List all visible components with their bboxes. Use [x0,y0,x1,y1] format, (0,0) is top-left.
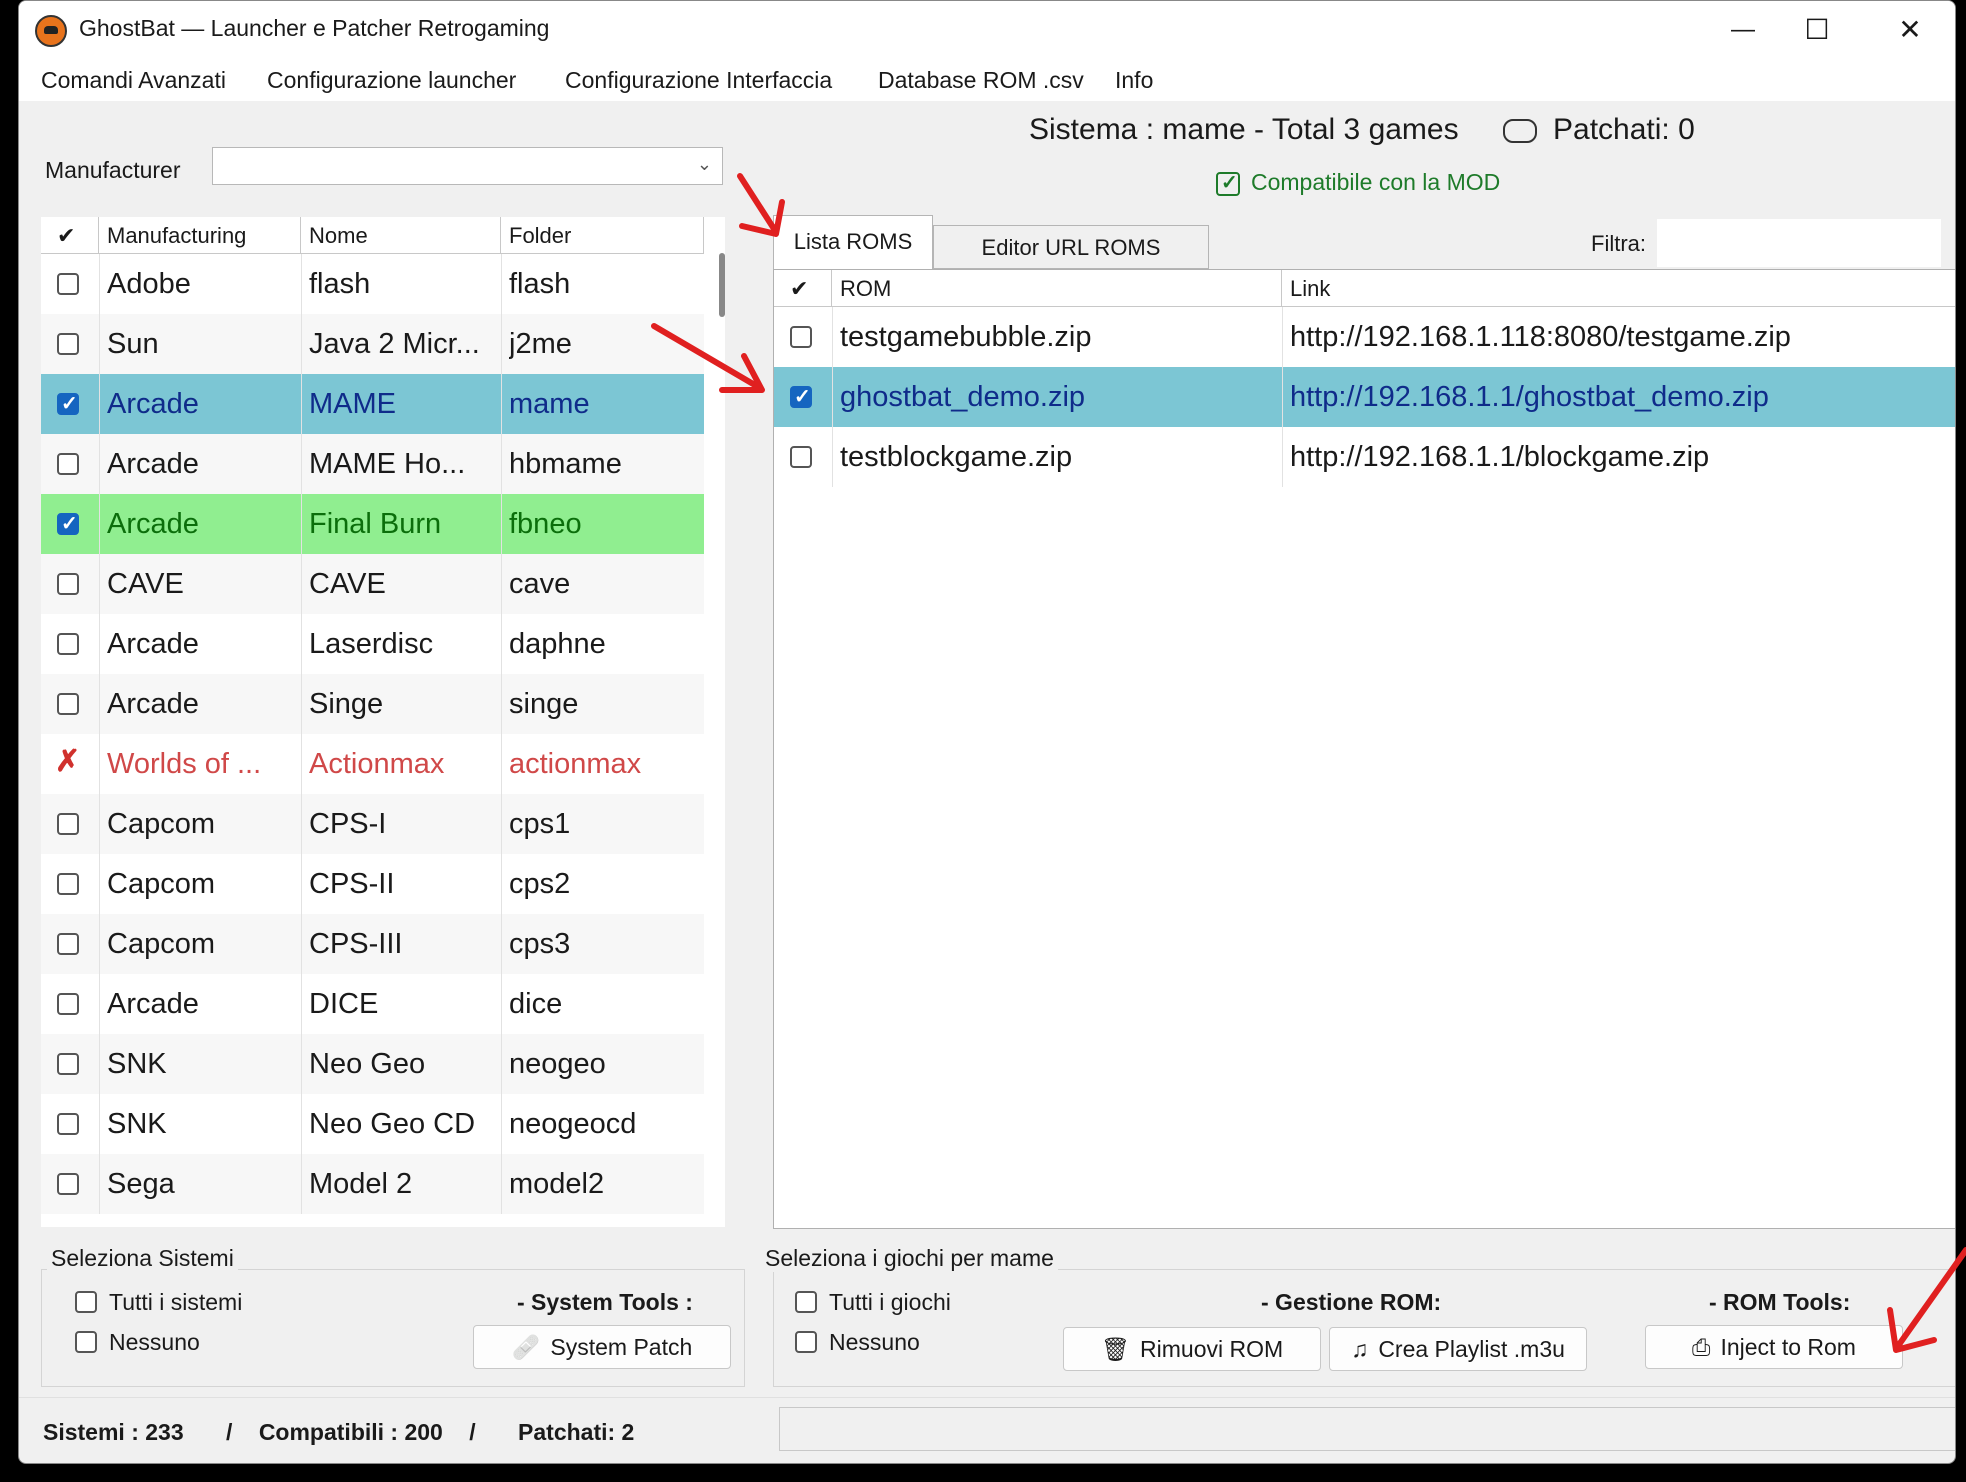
arrow-to-selected-rom [651,323,765,393]
arrow-to-lista-roms-tab [737,173,785,237]
annotation-arrows [651,173,1966,1353]
arrow-to-inject-button [1887,1247,1966,1353]
